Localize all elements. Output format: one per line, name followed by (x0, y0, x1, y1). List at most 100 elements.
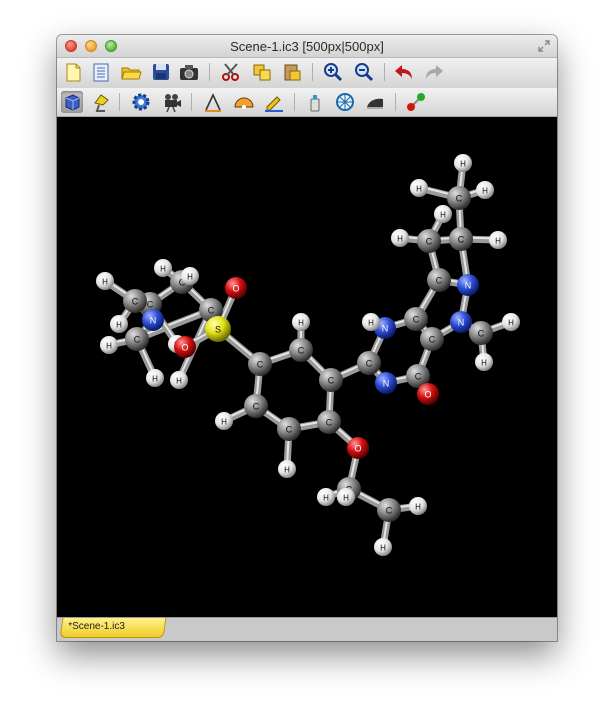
atom-n-34[interactable]: N (375, 372, 397, 394)
title-bar: Scene-1.ic3 [500px|500px] (57, 35, 557, 58)
atom-h-52[interactable]: H (434, 205, 452, 223)
angle-tool-icon[interactable] (202, 91, 224, 113)
atom-h-11[interactable]: H (146, 369, 164, 387)
atom-h-51[interactable]: H (476, 181, 494, 199)
atom-n-44[interactable]: N (457, 274, 479, 296)
atom-o-26[interactable]: O (347, 437, 369, 459)
lamp-icon[interactable] (90, 91, 112, 113)
atom-c-17[interactable]: C (248, 352, 272, 376)
movie-camera-icon[interactable] (161, 91, 183, 113)
atom-h-29[interactable]: H (337, 488, 355, 506)
atom-c-20[interactable]: C (317, 410, 341, 434)
atom-label: C (328, 376, 335, 386)
zoom-in-icon[interactable] (322, 61, 344, 83)
new-document-icon[interactable] (62, 61, 84, 83)
copy-boxes-icon[interactable] (251, 61, 273, 83)
atom-n-40[interactable]: N (450, 311, 472, 333)
atom-label: O (181, 343, 188, 353)
atom-label: C (366, 359, 373, 369)
atom-o-39[interactable]: O (417, 383, 439, 405)
atom-c-45[interactable]: C (427, 268, 451, 292)
atom-c-4[interactable]: C (123, 289, 147, 313)
atom-h-54[interactable]: H (489, 231, 507, 249)
atom-label: H (102, 278, 108, 287)
atom-label: O (232, 284, 239, 294)
atom-c-18[interactable]: C (289, 338, 313, 362)
open-folder-icon[interactable] (120, 61, 142, 83)
main-toolbar (57, 58, 557, 89)
atom-c-21[interactable]: C (277, 417, 301, 441)
atom-c-48[interactable]: C (447, 186, 471, 210)
molecule-viewport[interactable]: CCCCCNHHHHHHHHSOOCCCCCCHHHOCHHCHHCNCCCNO… (57, 117, 557, 617)
paste-box-icon[interactable] (281, 61, 303, 83)
atom-label: C (298, 346, 305, 356)
atom-h-8[interactable]: H (181, 267, 199, 285)
atom-c-47[interactable]: C (449, 227, 473, 251)
document-list-icon[interactable] (90, 61, 112, 83)
iron-icon[interactable] (364, 91, 386, 113)
atom-label: C (326, 418, 333, 428)
atom-c-3[interactable]: C (125, 327, 149, 351)
zoom-out-icon[interactable] (353, 61, 375, 83)
molecule-render[interactable]: CCCCCNHHHHHHHHSOOCCCCCCHHHOCHHCHHCNCCCNO… (57, 117, 557, 617)
bond-tool-icon[interactable] (405, 91, 427, 113)
atom-h-23[interactable]: H (292, 313, 310, 331)
atom-label: C (429, 335, 436, 345)
rotate-cube-icon[interactable] (61, 91, 83, 113)
atom-h-55[interactable]: H (362, 313, 380, 331)
atom-h-49[interactable]: H (454, 154, 472, 172)
scissors-icon[interactable] (220, 61, 242, 83)
atom-label: H (481, 359, 487, 368)
atom-c-30[interactable]: C (377, 498, 401, 522)
atom-label: N (465, 281, 472, 291)
pen-icon[interactable] (263, 91, 285, 113)
atom-h-28[interactable]: H (317, 488, 335, 506)
atom-c-41[interactable]: C (469, 321, 493, 345)
atom-h-12[interactable]: H (170, 371, 188, 389)
atom-label: H (508, 319, 514, 328)
atom-h-6[interactable]: H (96, 272, 114, 290)
gear-icon[interactable] (130, 91, 152, 113)
compass-icon[interactable] (334, 91, 356, 113)
atom-label: O (424, 390, 431, 400)
atom-label: C (478, 329, 485, 339)
atom-label: N (150, 316, 157, 326)
document-tab[interactable]: *Scene-1.ic3 (59, 618, 167, 638)
protractor-icon[interactable] (233, 91, 255, 113)
atom-label: H (298, 319, 304, 328)
atom-c-33[interactable]: C (357, 351, 381, 375)
atom-h-10[interactable]: H (100, 336, 118, 354)
atom-label: C (415, 372, 422, 382)
atom-c-19[interactable]: C (319, 368, 343, 392)
atom-h-25[interactable]: H (278, 460, 296, 478)
atom-o-16[interactable]: O (174, 336, 196, 358)
atom-s-14[interactable]: S (205, 316, 231, 342)
atom-o-15[interactable]: O (225, 277, 247, 299)
atom-h-31[interactable]: H (409, 497, 427, 515)
atom-label: O (354, 444, 361, 454)
atom-h-43[interactable]: H (475, 353, 493, 371)
tools-toolbar (57, 88, 557, 117)
atom-h-32[interactable]: H (374, 538, 392, 556)
camera-icon[interactable] (178, 61, 200, 83)
atom-c-22[interactable]: C (244, 394, 268, 418)
atom-h-50[interactable]: H (410, 179, 428, 197)
fullscreen-icon[interactable] (537, 39, 551, 53)
atom-label: H (160, 265, 166, 274)
atom-h-42[interactable]: H (502, 313, 520, 331)
atom-label: H (482, 187, 488, 196)
atom-n-5[interactable]: N (142, 309, 164, 331)
atom-c-36[interactable]: C (420, 327, 444, 351)
atom-c-46[interactable]: C (417, 229, 441, 253)
atom-label: H (106, 342, 112, 351)
redo-icon[interactable] (423, 61, 445, 83)
save-icon[interactable] (150, 61, 172, 83)
atom-label: C (132, 297, 139, 307)
atom-h-9[interactable]: H (110, 315, 128, 333)
atom-h-53[interactable]: H (391, 229, 409, 247)
atom-c-37[interactable]: C (404, 307, 428, 331)
atom-h-7[interactable]: H (154, 259, 172, 277)
undo-icon[interactable] (393, 61, 415, 83)
spray-can-icon[interactable] (304, 91, 326, 113)
atom-h-24[interactable]: H (215, 412, 233, 430)
